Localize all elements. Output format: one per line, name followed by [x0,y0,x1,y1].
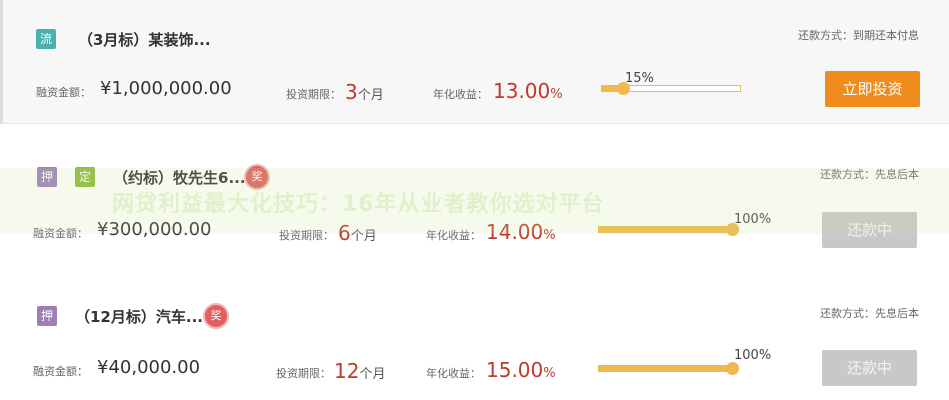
tag-liu: 流 [36,29,56,49]
yield-value: 15.00% [486,358,556,382]
progress-percent: 15% [625,71,654,86]
repay-method: 还款方式：到期还本付息 [798,29,919,42]
progress-fill [599,365,732,372]
progress-bar [598,362,739,375]
reward-badge: 奖 [205,305,227,327]
yield-label: 年化收益： [426,367,481,380]
loan-card-3[interactable]: 押 （12月标）汽车... 奖 还款方式：先息后本 融资金额： ¥40,000.… [0,280,949,400]
amount-label: 融资金额： [36,86,91,99]
progress-percent: 100% [734,348,772,363]
loan-title[interactable]: （12月标）汽车... [75,306,203,327]
watermark-text: 网贷利益最大化技巧：16年从业者教你选对平台 [112,192,605,217]
term-label: 投资期限： [276,367,331,380]
progress-knob [726,362,739,375]
loan-card-1[interactable]: 流 （3月标）某装饰... 还款方式：到期还本付息 融资金额： ¥1,000,0… [0,0,949,124]
loan-title[interactable]: （3月标）某装饰... [78,29,211,50]
repaying-button[interactable]: 还款中 [822,350,917,386]
amount-value: ¥40,000.00 [97,357,201,378]
tag-ya: 押 [37,306,57,326]
yield-value: 13.00% [493,79,563,103]
amount-label: 融资金额： [33,365,88,378]
term-value: 12个月 [334,359,386,383]
term-value: 3个月 [345,80,384,104]
repay-method: 还款方式：先息后本 [820,307,919,320]
term-label: 投资期限： [286,88,341,101]
progress-bar [601,82,741,95]
invest-now-button[interactable]: 立即投资 [825,71,920,107]
yield-label: 年化收益： [433,88,488,101]
amount-value: ¥1,000,000.00 [100,78,232,99]
